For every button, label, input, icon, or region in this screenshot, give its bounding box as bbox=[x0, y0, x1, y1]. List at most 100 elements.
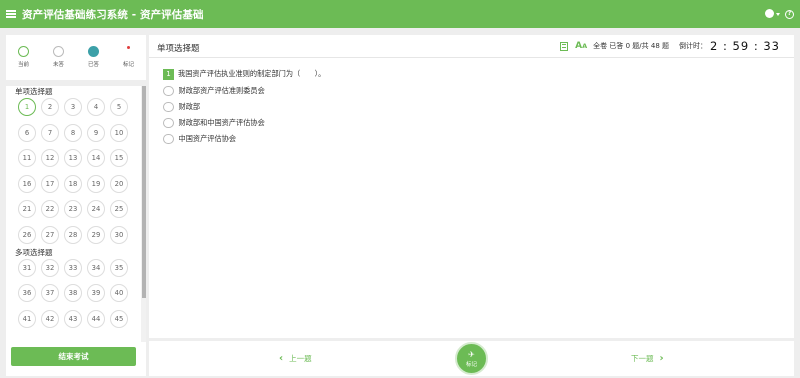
legend-flagged: 标记 bbox=[114, 46, 144, 68]
question-number-button[interactable]: 37 bbox=[41, 284, 59, 302]
question-number-button[interactable]: 8 bbox=[64, 123, 82, 142]
radio-button[interactable] bbox=[163, 133, 174, 145]
answer-option[interactable]: 财政部 bbox=[163, 99, 794, 115]
question-navigator: 单项选择题 1 2 3 4 5 6 7 8 9 10 11 12 13 14 15 16 17 18 19 20 21 22… bbox=[6, 86, 146, 376]
question-number-button[interactable]: 22 bbox=[41, 200, 59, 218]
finish-exam-button[interactable]: 结束考试 bbox=[11, 347, 136, 366]
current-status-icon bbox=[18, 46, 29, 57]
bottom-navigation: ‹ 上一题 ✈ 标记 下一题 › bbox=[149, 341, 794, 376]
question-number-button[interactable]: 28 bbox=[64, 225, 82, 244]
flag-status-icon bbox=[123, 46, 134, 57]
question-number-button[interactable]: 42 bbox=[41, 309, 59, 328]
answer-option[interactable]: 财政部资产评估准则委员会 bbox=[163, 83, 794, 99]
user-menu-icon[interactable] bbox=[765, 9, 781, 19]
question-number-button[interactable]: 26 bbox=[18, 225, 36, 244]
chevron-right-icon: › bbox=[659, 352, 664, 364]
question-number-button[interactable]: 15 bbox=[110, 149, 128, 167]
radio-button[interactable] bbox=[163, 85, 174, 97]
question-number-button[interactable]: 35 bbox=[110, 258, 128, 277]
legend-label: 当前 bbox=[17, 62, 29, 68]
question-number-button[interactable]: 20 bbox=[110, 174, 128, 193]
header-tools: AA 全卷 已答 0 题/共 48 题 倒计时： 2 : 59 : 33 bbox=[560, 39, 780, 53]
question-number-button[interactable]: 4 bbox=[87, 98, 105, 116]
question-number-button[interactable]: 36 bbox=[18, 284, 36, 302]
answer-option[interactable]: 中国资产评估协会 bbox=[163, 131, 794, 147]
unanswered-status-icon bbox=[53, 46, 64, 57]
question-number-button[interactable]: 10 bbox=[110, 123, 128, 142]
question-number-button[interactable]: 7 bbox=[41, 123, 59, 142]
question-number-button[interactable]: 31 bbox=[18, 258, 36, 277]
question-number-button[interactable]: 34 bbox=[87, 258, 105, 277]
question-number-button[interactable]: 38 bbox=[64, 284, 82, 302]
question: 1 我国资产评估执业准则的制定部门为（ ）。 财政部资产评估准则委员会财政部财政… bbox=[149, 58, 794, 147]
question-panel-header: 单项选择题 AA 全卷 已答 0 题/共 48 题 倒计时： 2 : 59 : … bbox=[149, 35, 794, 58]
legend-answered: 已答 bbox=[79, 46, 109, 68]
app-title: 资产评估基础练习系统 - 资产评估基础 bbox=[22, 8, 204, 21]
question-number-button[interactable]: 30 bbox=[110, 225, 128, 244]
question-number-button[interactable]: 25 bbox=[110, 200, 128, 218]
question-number-button[interactable]: 18 bbox=[64, 174, 82, 193]
question-stem: 1 我国资产评估执业准则的制定部门为（ ）。 bbox=[163, 68, 794, 80]
question-list-scrollbar[interactable] bbox=[141, 86, 146, 342]
option-label: 财政部资产评估准则委员会 bbox=[178, 86, 265, 95]
font-size-icon[interactable]: AA bbox=[575, 41, 587, 51]
question-type-title: 单项选择题 bbox=[157, 44, 200, 54]
answer-option[interactable]: 财政部和中国资产评估协会 bbox=[163, 115, 794, 131]
question-number-button[interactable]: 9 bbox=[87, 123, 105, 142]
previous-question-button[interactable]: ‹ 上一题 bbox=[279, 353, 312, 364]
radio-button[interactable] bbox=[163, 117, 174, 129]
question-list: 单项选择题 1 2 3 4 5 6 7 8 9 10 11 12 13 14 15 16 17 18 19 20 21 22… bbox=[6, 86, 141, 342]
pin-icon: ✈ bbox=[468, 349, 475, 359]
question-number-button[interactable]: 19 bbox=[87, 174, 105, 193]
option-label: 财政部和中国资产评估协会 bbox=[178, 118, 265, 127]
top-bar: 资产评估基础练习系统 - 资产评估基础 ? bbox=[0, 0, 800, 28]
hamburger-menu-icon[interactable] bbox=[6, 10, 16, 18]
next-label: 下一题 bbox=[631, 354, 654, 363]
question-number-button[interactable]: 13 bbox=[64, 149, 82, 167]
question-number-button[interactable]: 24 bbox=[87, 200, 105, 218]
question-panel: 单项选择题 AA 全卷 已答 0 题/共 48 题 倒计时： 2 : 59 : … bbox=[149, 35, 794, 338]
question-number-button[interactable]: 39 bbox=[87, 284, 105, 302]
legend-label: 标记 bbox=[122, 62, 134, 68]
question-number-button[interactable]: 14 bbox=[87, 149, 105, 167]
question-number-button[interactable]: 2 bbox=[41, 98, 59, 116]
question-number-button[interactable]: 44 bbox=[87, 309, 105, 328]
question-number-button[interactable]: 41 bbox=[18, 309, 36, 328]
status-legend-panel: 当前 未答 已答 标记 bbox=[6, 35, 146, 80]
help-icon[interactable]: ? bbox=[785, 9, 794, 19]
question-number-button[interactable]: 23 bbox=[64, 200, 82, 218]
question-number-button[interactable]: 16 bbox=[18, 174, 36, 193]
countdown-timer: 2 : 59 : 33 bbox=[710, 39, 780, 53]
question-number-button[interactable]: 43 bbox=[64, 309, 82, 328]
question-number-button[interactable]: 27 bbox=[41, 225, 59, 244]
calculator-icon[interactable] bbox=[560, 41, 569, 51]
radio-button[interactable] bbox=[163, 101, 174, 113]
question-text: 我国资产评估执业准则的制定部门为（ ）。 bbox=[178, 69, 326, 78]
question-number-button[interactable]: 29 bbox=[87, 225, 105, 244]
scrollbar-thumb[interactable] bbox=[141, 86, 146, 298]
question-number-grid: 31 32 33 34 35 36 37 38 39 40 41 42 43 44 45 bbox=[6, 258, 141, 328]
question-number-button[interactable]: 32 bbox=[41, 258, 59, 277]
section-title: 单项选择题 bbox=[15, 87, 53, 96]
question-number-button[interactable]: 45 bbox=[110, 309, 128, 328]
countdown-label: 倒计时： bbox=[679, 42, 708, 50]
question-number-button[interactable]: 33 bbox=[64, 258, 82, 277]
question-number-button[interactable]: 11 bbox=[18, 149, 36, 167]
question-number-button[interactable]: 6 bbox=[18, 123, 36, 142]
answer-progress: 全卷 已答 0 题/共 48 题 bbox=[593, 42, 670, 50]
chevron-left-icon: ‹ bbox=[279, 352, 284, 364]
status-legend: 当前 未答 已答 标记 bbox=[6, 35, 146, 68]
question-number-grid: 1 2 3 4 5 6 7 8 9 10 11 12 13 14 15 16 17 18 19 20 21 22 23 24 2… bbox=[6, 98, 141, 244]
question-number-button[interactable]: 5 bbox=[110, 98, 128, 116]
legend-label: 已答 bbox=[87, 62, 99, 68]
next-question-button[interactable]: 下一题 › bbox=[631, 353, 664, 364]
question-number-button[interactable]: 40 bbox=[110, 284, 128, 302]
question-number-button[interactable]: 21 bbox=[18, 200, 36, 218]
question-number-button[interactable]: 3 bbox=[64, 98, 82, 116]
question-number-button[interactable]: 1 bbox=[18, 98, 36, 116]
mark-question-button[interactable]: ✈ 标记 bbox=[455, 342, 488, 375]
legend-label: 未答 bbox=[52, 62, 64, 68]
question-number-button[interactable]: 12 bbox=[41, 149, 59, 167]
question-number-button[interactable]: 17 bbox=[41, 174, 59, 193]
answered-status-icon bbox=[88, 46, 99, 57]
